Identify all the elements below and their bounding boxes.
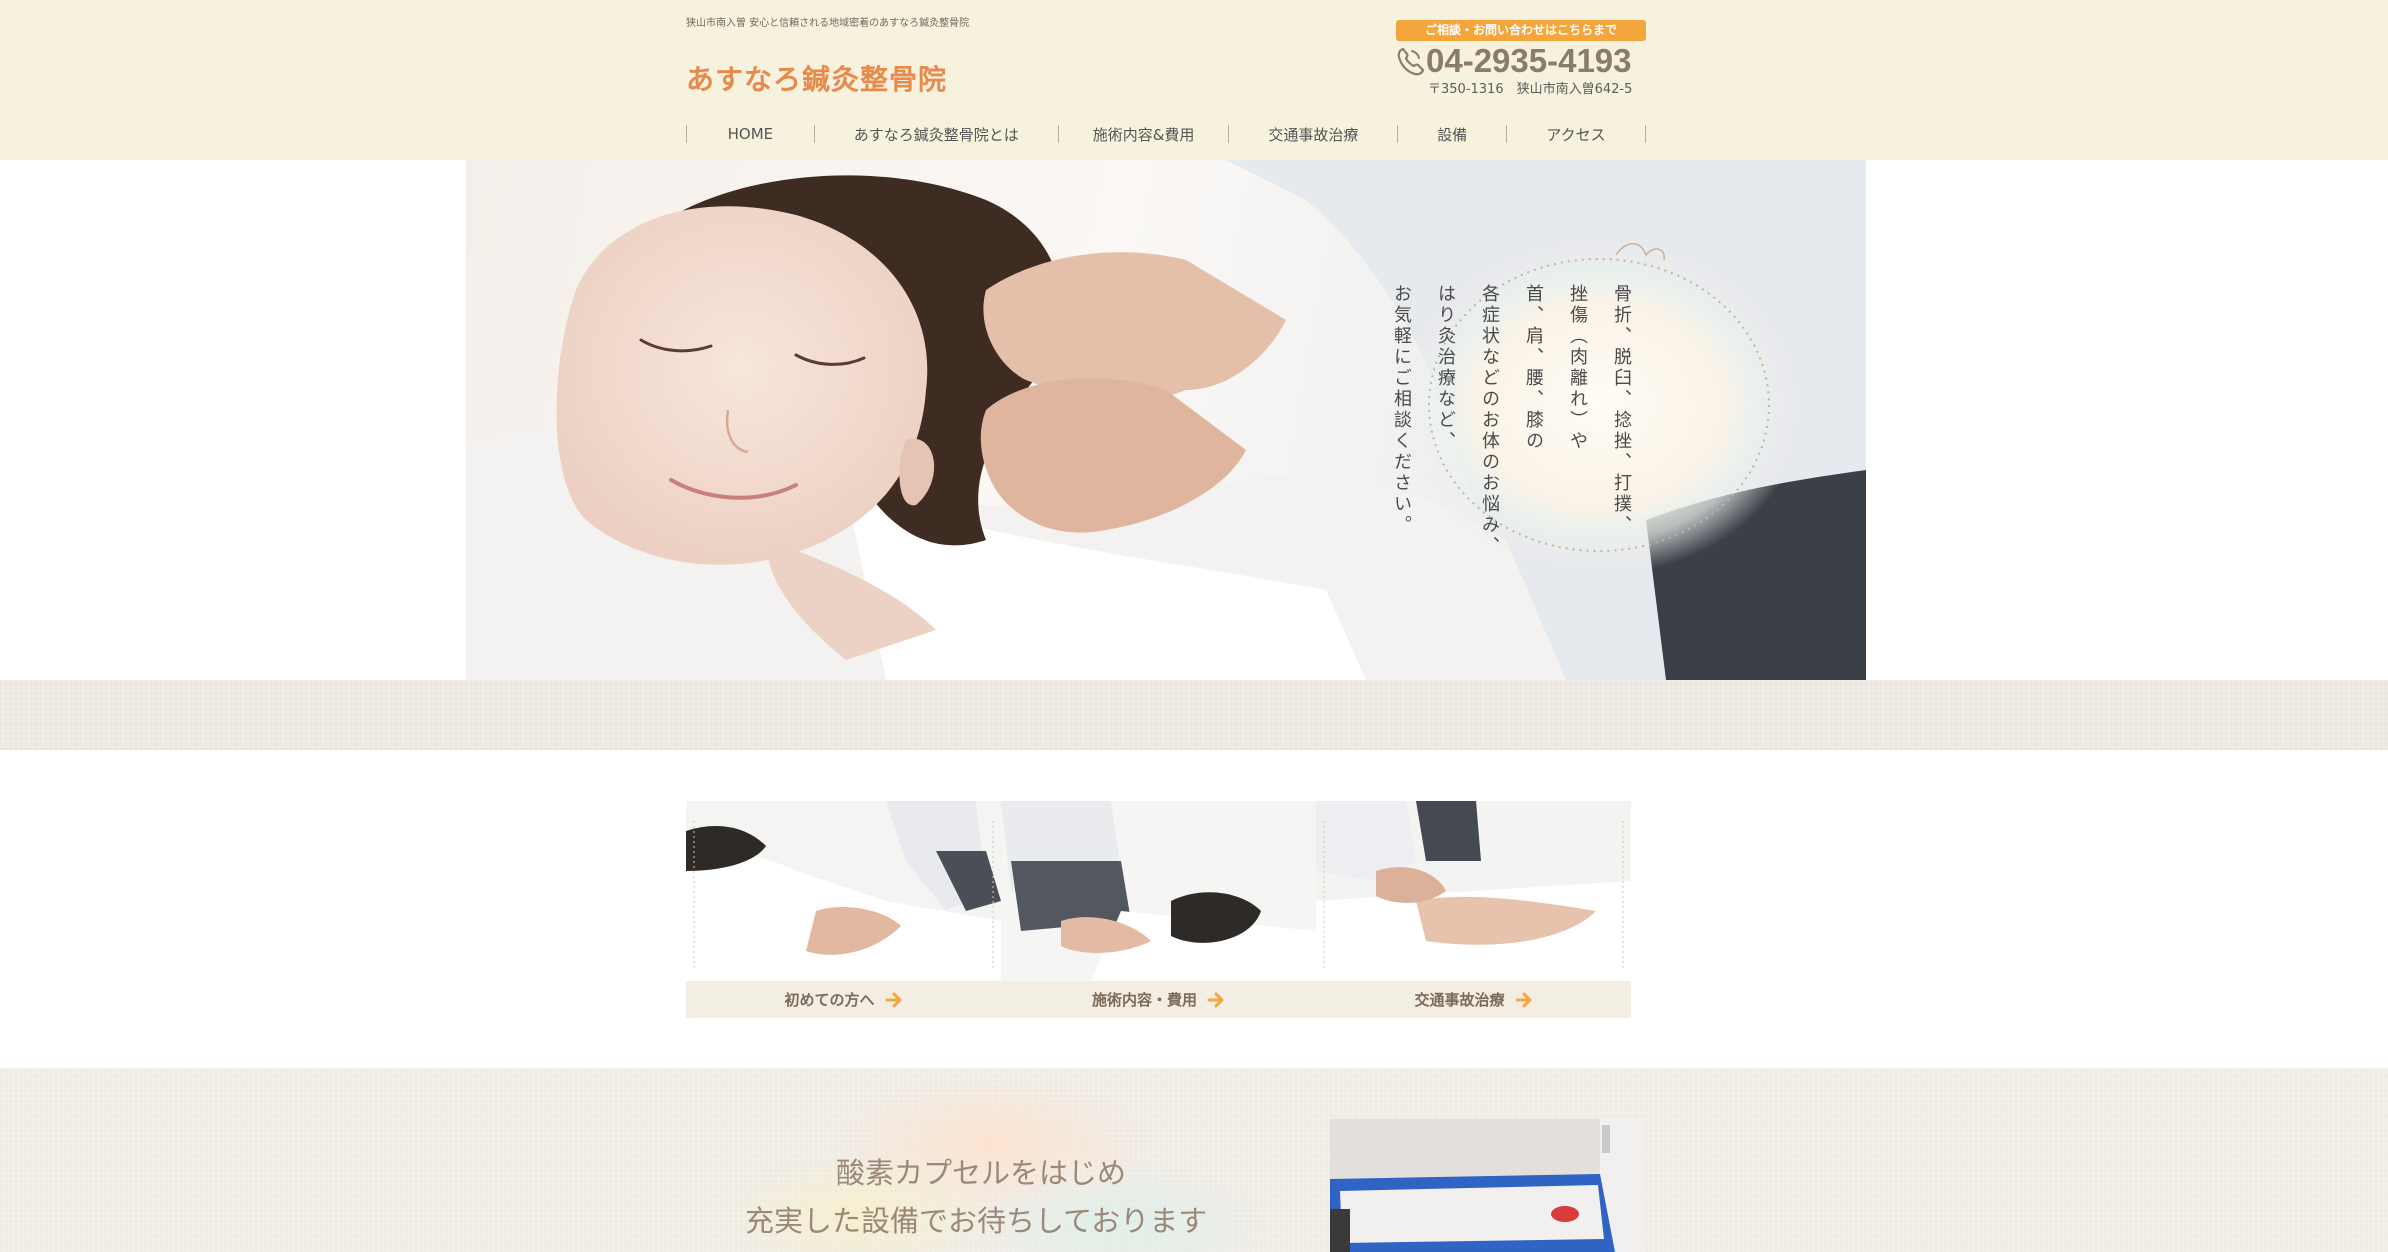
hero-message: 骨折、脱臼、捻挫、打撲、 挫傷（肉離れ）や 首、肩、腰、膝の 各症状などのお体の… bbox=[1362, 284, 1652, 584]
contact-banner: ご相談・お問い合わせはこちらまで bbox=[1396, 20, 1646, 41]
oxygen-capsule-image bbox=[1330, 1119, 1646, 1252]
main-nav: HOME あすなろ鍼灸整骨院とは 施術内容&費用 交通事故治療 設備 アクセス bbox=[686, 122, 1646, 146]
nav-treatment-fees[interactable]: 施術内容&費用 bbox=[1059, 124, 1229, 145]
hero-line: お気軽にご相談ください。 bbox=[1391, 284, 1412, 536]
card-photo bbox=[1001, 801, 1316, 981]
nav-traffic-accident[interactable]: 交通事故治療 bbox=[1229, 124, 1397, 145]
card-photo bbox=[1316, 801, 1631, 981]
phone-contact[interactable]: 04-2935-4193 bbox=[1396, 41, 1656, 81]
nav-facilities[interactable]: 設備 bbox=[1398, 124, 1506, 145]
hero-line: 骨折、脱臼、捻挫、打撲、 bbox=[1611, 284, 1632, 536]
hero-line: 挫傷（肉離れ）や bbox=[1567, 284, 1588, 452]
nav-divider bbox=[1644, 125, 1646, 143]
facility-heading-line1: 酸素カプセルをはじめ bbox=[836, 1156, 1127, 1190]
hero-line: 首、肩、腰、膝の bbox=[1523, 284, 1544, 452]
card-label: 交通事故治療 bbox=[1414, 991, 1505, 1009]
site-header: 狭山市南入曽 安心と信頼される地域密着のあすなろ鍼灸整骨院 あすなろ鍼灸整骨院 … bbox=[0, 0, 2388, 160]
hero-illustration bbox=[466, 160, 1866, 680]
facility-heading-line2: 充実した設備でお待ちしております bbox=[745, 1204, 1208, 1238]
phone-icon bbox=[1397, 47, 1424, 76]
card-treatment-fees[interactable]: 施術内容・費用 bbox=[1001, 801, 1316, 1018]
arrow-right-icon bbox=[1207, 992, 1224, 1007]
card-label: 初めての方へ bbox=[784, 991, 875, 1009]
card-label: 施術内容・費用 bbox=[1091, 991, 1197, 1009]
nav-access[interactable]: アクセス bbox=[1507, 124, 1645, 145]
arrow-right-icon bbox=[1515, 992, 1531, 1007]
texture-divider bbox=[0, 680, 2388, 750]
card-traffic-accident[interactable]: 交通事故治療 bbox=[1316, 801, 1631, 1018]
card-first-visit[interactable]: 初めての方へ bbox=[686, 801, 1001, 1018]
arrow-right-icon bbox=[885, 992, 901, 1007]
nav-about[interactable]: あすなろ鍼灸整骨院とは bbox=[815, 124, 1058, 145]
hero-line: はり灸治療など、 bbox=[1435, 284, 1456, 452]
card-photo bbox=[686, 801, 1001, 981]
nav-home[interactable]: HOME bbox=[687, 125, 814, 143]
site-tagline: 狭山市南入曽 安心と信頼される地域密着のあすなろ鍼灸整骨院 bbox=[686, 18, 970, 29]
phone-number[interactable]: 04-2935-4193 bbox=[1426, 42, 1632, 80]
hero-banner: 骨折、脱臼、捻挫、打撲、 挫傷（肉離れ）や 首、肩、腰、膝の 各症状などのお体の… bbox=[466, 160, 1866, 680]
clinic-address: 〒350-1316 狭山市南入曽642-5 bbox=[1428, 82, 1633, 97]
facility-photo bbox=[1330, 1119, 1646, 1252]
site-logo[interactable]: あすなろ鍼灸整骨院 bbox=[686, 58, 947, 98]
hero-line: 各症状などのお体のお悩み、 bbox=[1479, 284, 1500, 557]
